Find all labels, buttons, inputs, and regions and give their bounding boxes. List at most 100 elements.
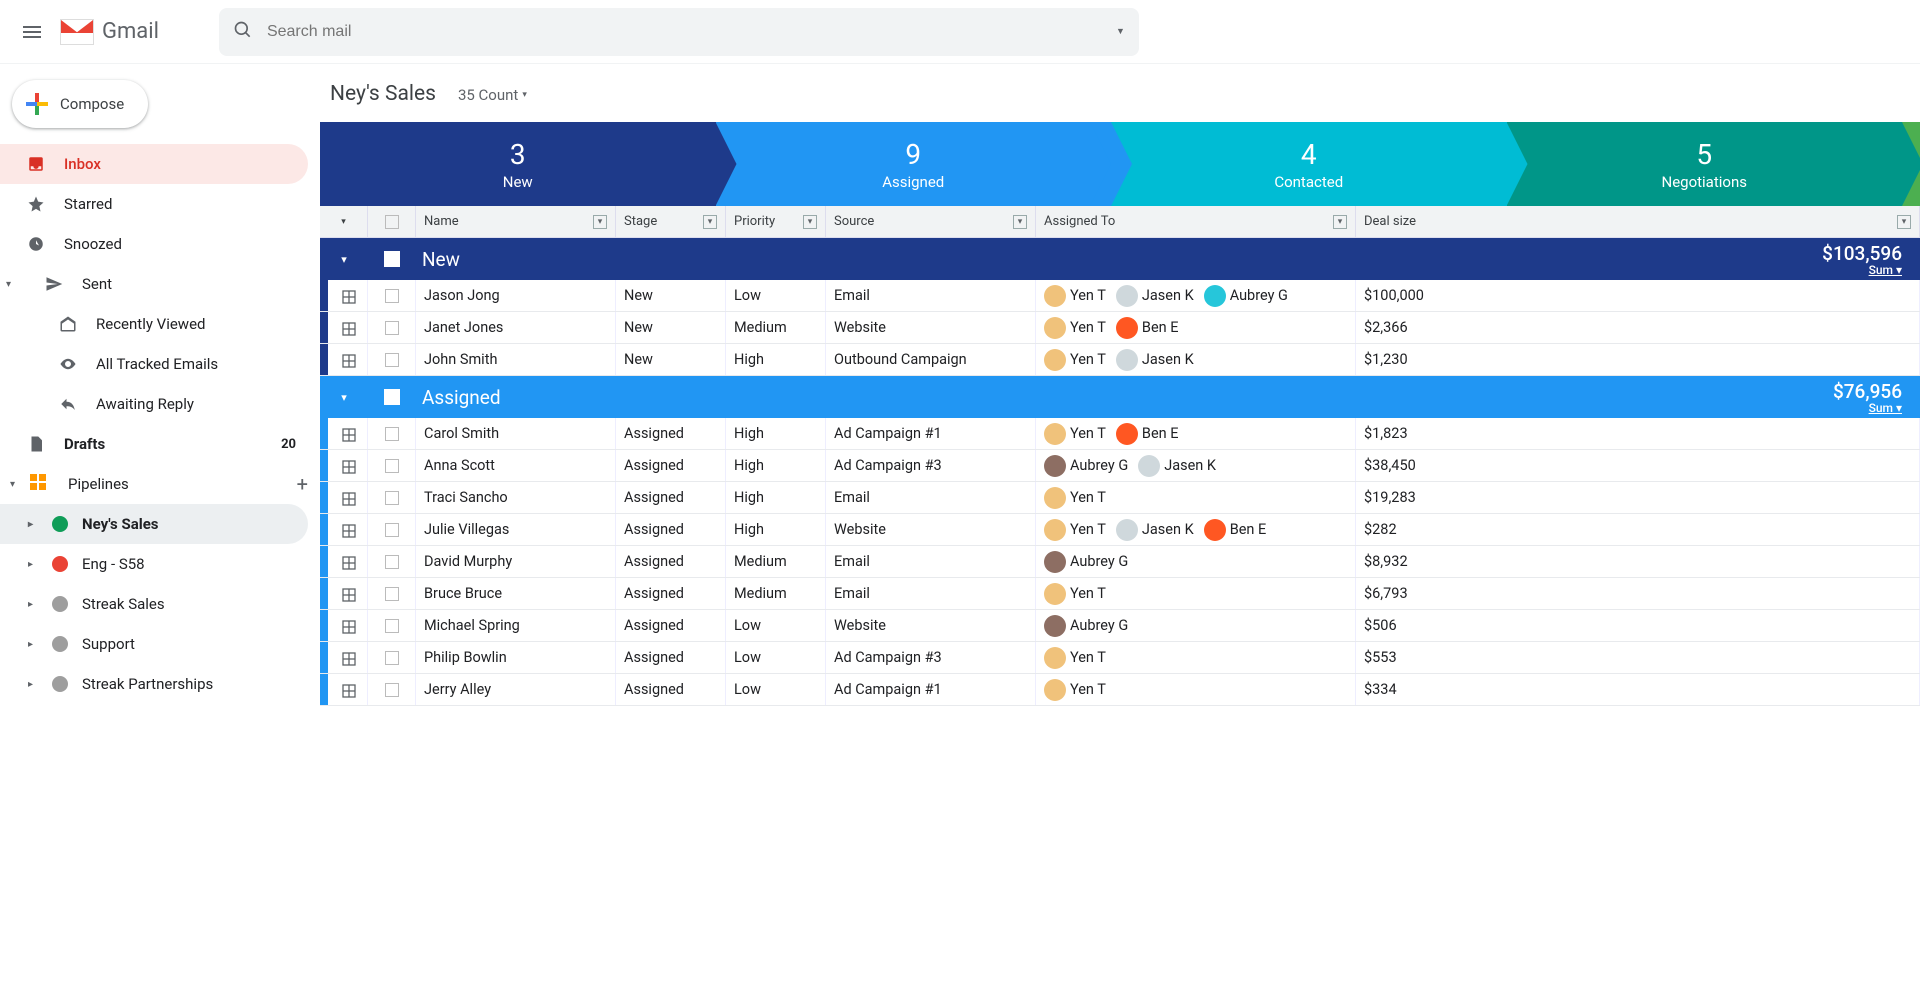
row-checkbox[interactable] bbox=[385, 491, 399, 505]
table-row[interactable]: John Smith New High Outbound Campaign Ye… bbox=[320, 344, 1920, 376]
table-row[interactable]: Anna Scott Assigned High Ad Campaign #3 … bbox=[320, 450, 1920, 482]
search-input[interactable] bbox=[267, 23, 1116, 41]
row-checkbox[interactable] bbox=[385, 427, 399, 441]
sidebar-item-inbox[interactable]: Inbox bbox=[0, 144, 308, 184]
cell-source[interactable]: Ad Campaign #1 bbox=[826, 418, 1036, 449]
expand-row-icon[interactable] bbox=[342, 524, 354, 536]
pipeline-item[interactable]: ▸ Support bbox=[0, 624, 308, 664]
cell-priority[interactable]: High bbox=[726, 482, 826, 513]
cell-priority[interactable]: High bbox=[726, 344, 826, 375]
expand-icon[interactable]: ▸ bbox=[28, 559, 38, 570]
pipeline-item[interactable]: ▸ Streak Sales bbox=[0, 584, 308, 624]
group-sum[interactable]: $76,956Sum ▾ bbox=[1833, 380, 1920, 415]
stage-chevron[interactable]: 5 Negotiations bbox=[1507, 122, 1903, 206]
cell-name[interactable]: Carol Smith bbox=[416, 418, 616, 449]
data-table[interactable]: ▾ New $103,596Sum ▾ Jason Jong New Low E… bbox=[320, 238, 1920, 988]
cell-priority[interactable]: Low bbox=[726, 674, 826, 705]
stage-chevron[interactable]: 3 New bbox=[320, 122, 716, 206]
cell-name[interactable]: Michael Spring bbox=[416, 610, 616, 641]
filter-icon[interactable]: ▾ bbox=[1333, 215, 1347, 229]
table-row[interactable]: Philip Bowlin Assigned Low Ad Campaign #… bbox=[320, 642, 1920, 674]
cell-priority[interactable]: High bbox=[726, 418, 826, 449]
row-checkbox[interactable] bbox=[385, 523, 399, 537]
cell-name[interactable]: Traci Sancho bbox=[416, 482, 616, 513]
cell-assigned[interactable]: Yen T bbox=[1036, 482, 1356, 513]
expand-row-icon[interactable] bbox=[342, 684, 354, 696]
table-row[interactable]: Michael Spring Assigned Low Website Aubr… bbox=[320, 610, 1920, 642]
expand-row-icon[interactable] bbox=[342, 556, 354, 568]
cell-stage[interactable]: Assigned bbox=[616, 450, 726, 481]
cell-deal[interactable]: $1,230 bbox=[1356, 344, 1920, 375]
expand-row-icon[interactable] bbox=[342, 652, 354, 664]
cell-assigned[interactable]: Aubrey G bbox=[1036, 546, 1356, 577]
cell-stage[interactable]: New bbox=[616, 280, 726, 311]
row-checkbox[interactable] bbox=[385, 587, 399, 601]
cell-name[interactable]: Julie Villegas bbox=[416, 514, 616, 545]
cell-priority[interactable]: Low bbox=[726, 642, 826, 673]
cell-assigned[interactable]: Yen TJasen K bbox=[1036, 344, 1356, 375]
row-checkbox[interactable] bbox=[385, 289, 399, 303]
col-deal[interactable]: Deal size▾ bbox=[1356, 206, 1920, 237]
row-checkbox[interactable] bbox=[385, 683, 399, 697]
row-checkbox[interactable] bbox=[385, 353, 399, 367]
expand-row-icon[interactable] bbox=[342, 354, 354, 366]
table-row[interactable]: David Murphy Assigned Medium Email Aubre… bbox=[320, 546, 1920, 578]
cell-source[interactable]: Email bbox=[826, 482, 1036, 513]
expand-row-icon[interactable] bbox=[342, 620, 354, 632]
table-row[interactable]: Carol Smith Assigned High Ad Campaign #1… bbox=[320, 418, 1920, 450]
row-checkbox[interactable] bbox=[385, 555, 399, 569]
group-select-all[interactable] bbox=[368, 389, 416, 405]
sidebar-item-drafts[interactable]: Drafts 20 bbox=[0, 424, 308, 464]
table-row[interactable]: Julie Villegas Assigned High Website Yen… bbox=[320, 514, 1920, 546]
cell-stage[interactable]: New bbox=[616, 312, 726, 343]
pipeline-item[interactable]: ▸ Streak Partnerships bbox=[0, 664, 308, 704]
col-source[interactable]: Source▾ bbox=[826, 206, 1036, 237]
pipeline-item[interactable]: ▸ Ney's Sales bbox=[0, 504, 308, 544]
filter-icon[interactable]: ▾ bbox=[803, 215, 817, 229]
row-checkbox[interactable] bbox=[385, 321, 399, 335]
stage-chevron[interactable]: 9 Assigned bbox=[716, 122, 1112, 206]
col-expand[interactable]: ▾ bbox=[320, 206, 368, 237]
cell-deal[interactable]: $1,823 bbox=[1356, 418, 1920, 449]
expand-row-icon[interactable] bbox=[342, 428, 354, 440]
compose-button[interactable]: Compose bbox=[12, 80, 148, 128]
cell-priority[interactable]: Medium bbox=[726, 578, 826, 609]
sidebar-item-tracked-emails[interactable]: All Tracked Emails bbox=[0, 344, 308, 384]
cell-deal[interactable]: $553 bbox=[1356, 642, 1920, 673]
cell-source[interactable]: Website bbox=[826, 514, 1036, 545]
cell-assigned[interactable]: Yen TJasen KBen E bbox=[1036, 514, 1356, 545]
cell-source[interactable]: Outbound Campaign bbox=[826, 344, 1036, 375]
sidebar-item-sent[interactable]: ▾ Sent bbox=[0, 264, 308, 304]
sidebar-pipelines-header[interactable]: ▾ Pipelines + bbox=[0, 464, 320, 504]
cell-source[interactable]: Email bbox=[826, 280, 1036, 311]
expand-icon[interactable]: ▸ bbox=[28, 519, 38, 530]
col-priority[interactable]: Priority▾ bbox=[726, 206, 826, 237]
cell-assigned[interactable]: Yen T bbox=[1036, 674, 1356, 705]
cell-deal[interactable]: $8,932 bbox=[1356, 546, 1920, 577]
expand-row-icon[interactable] bbox=[342, 322, 354, 334]
cell-name[interactable]: Jerry Alley bbox=[416, 674, 616, 705]
col-name[interactable]: Name▾ bbox=[416, 206, 616, 237]
cell-source[interactable]: Ad Campaign #1 bbox=[826, 674, 1036, 705]
col-select-all[interactable] bbox=[368, 206, 416, 237]
table-row[interactable]: Jerry Alley Assigned Low Ad Campaign #1 … bbox=[320, 674, 1920, 706]
cell-priority[interactable]: Medium bbox=[726, 312, 826, 343]
expand-icon[interactable]: ▾ bbox=[10, 479, 26, 490]
cell-deal[interactable]: $334 bbox=[1356, 674, 1920, 705]
sidebar-item-awaiting-reply[interactable]: Awaiting Reply bbox=[0, 384, 308, 424]
cell-deal[interactable]: $100,000 bbox=[1356, 280, 1920, 311]
cell-name[interactable]: David Murphy bbox=[416, 546, 616, 577]
cell-assigned[interactable]: Yen TBen E bbox=[1036, 312, 1356, 343]
cell-source[interactable]: Ad Campaign #3 bbox=[826, 642, 1036, 673]
table-row[interactable]: Bruce Bruce Assigned Medium Email Yen T … bbox=[320, 578, 1920, 610]
table-row[interactable]: Jason Jong New Low Email Yen TJasen KAub… bbox=[320, 280, 1920, 312]
pipeline-item[interactable]: ▸ Eng - S58 bbox=[0, 544, 308, 584]
cell-priority[interactable]: Medium bbox=[726, 546, 826, 577]
group-sum[interactable]: $103,596Sum ▾ bbox=[1822, 242, 1920, 277]
cell-deal[interactable]: $19,283 bbox=[1356, 482, 1920, 513]
col-stage[interactable]: Stage▾ bbox=[616, 206, 726, 237]
main-menu-button[interactable] bbox=[8, 8, 56, 56]
filter-icon[interactable]: ▾ bbox=[1897, 215, 1911, 229]
cell-stage[interactable]: Assigned bbox=[616, 418, 726, 449]
cell-source[interactable]: Ad Campaign #3 bbox=[826, 450, 1036, 481]
